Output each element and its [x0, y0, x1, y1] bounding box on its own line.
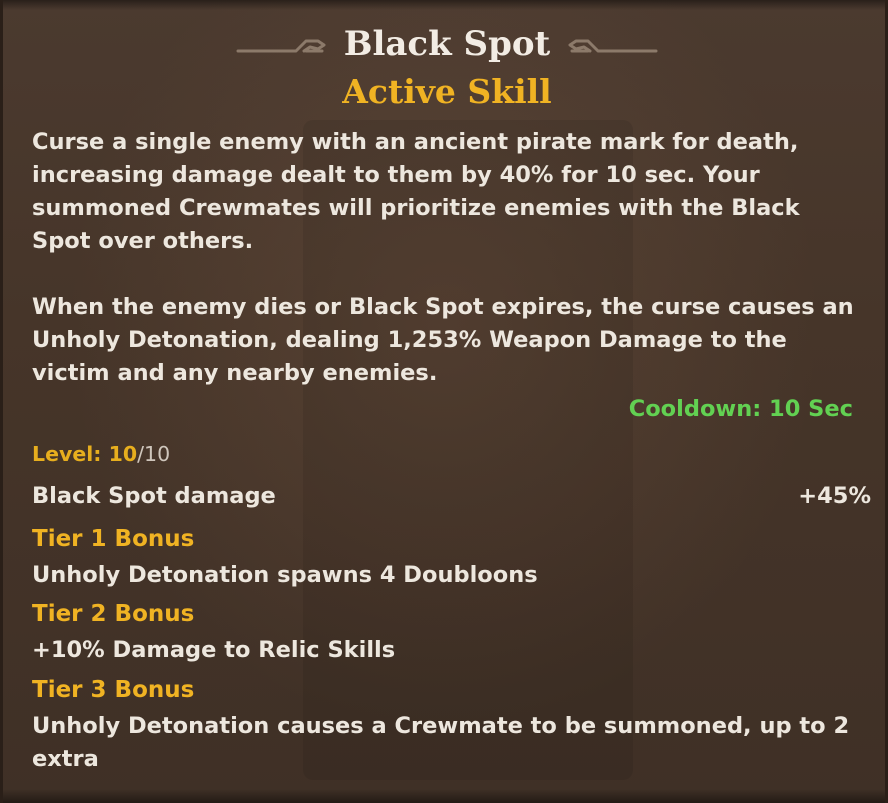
skill-type: Active Skill: [342, 72, 552, 111]
skill-tooltip: Black Spot Active Skill Curse a single e…: [0, 0, 888, 803]
tier-3-title: Tier 3 Bonus: [32, 677, 195, 703]
skill-name: Black Spot: [343, 24, 551, 64]
tier-2-text: +10% Damage to Relic Skills: [32, 637, 396, 663]
tier-2-title: Tier 2 Bonus: [32, 601, 195, 627]
description-paragraph-1: Curse a single enemy with an ancient pir…: [32, 129, 800, 254]
tooltip-bottom-edge: [3, 789, 885, 803]
scroll-ornament-left-icon: [236, 39, 326, 53]
stat-value: +45%: [798, 483, 871, 509]
level-current: Level: 10: [32, 442, 138, 466]
tier-1-text: Unholy Detonation spawns 4 Doubloons: [32, 562, 538, 588]
scroll-ornament-right-icon: [568, 39, 658, 53]
tooltip-top-edge: [3, 0, 885, 10]
skill-description: Curse a single enemy with an ancient pir…: [32, 126, 862, 390]
tier-3-text: Unholy Detonation causes a Crewmate to b…: [32, 713, 850, 772]
cooldown-text: Cooldown: 10 Sec: [628, 396, 853, 422]
stat-name: Black Spot damage: [32, 483, 276, 509]
level-max: /10: [137, 442, 171, 466]
tooltip-header: Black Spot: [3, 22, 885, 66]
stat-row: Black Spot damage +45%: [32, 483, 871, 509]
tier-1-title: Tier 1 Bonus: [32, 526, 195, 552]
description-paragraph-2: When the enemy dies or Black Spot expire…: [32, 294, 854, 386]
skill-level: Level: 10/10: [32, 442, 170, 466]
